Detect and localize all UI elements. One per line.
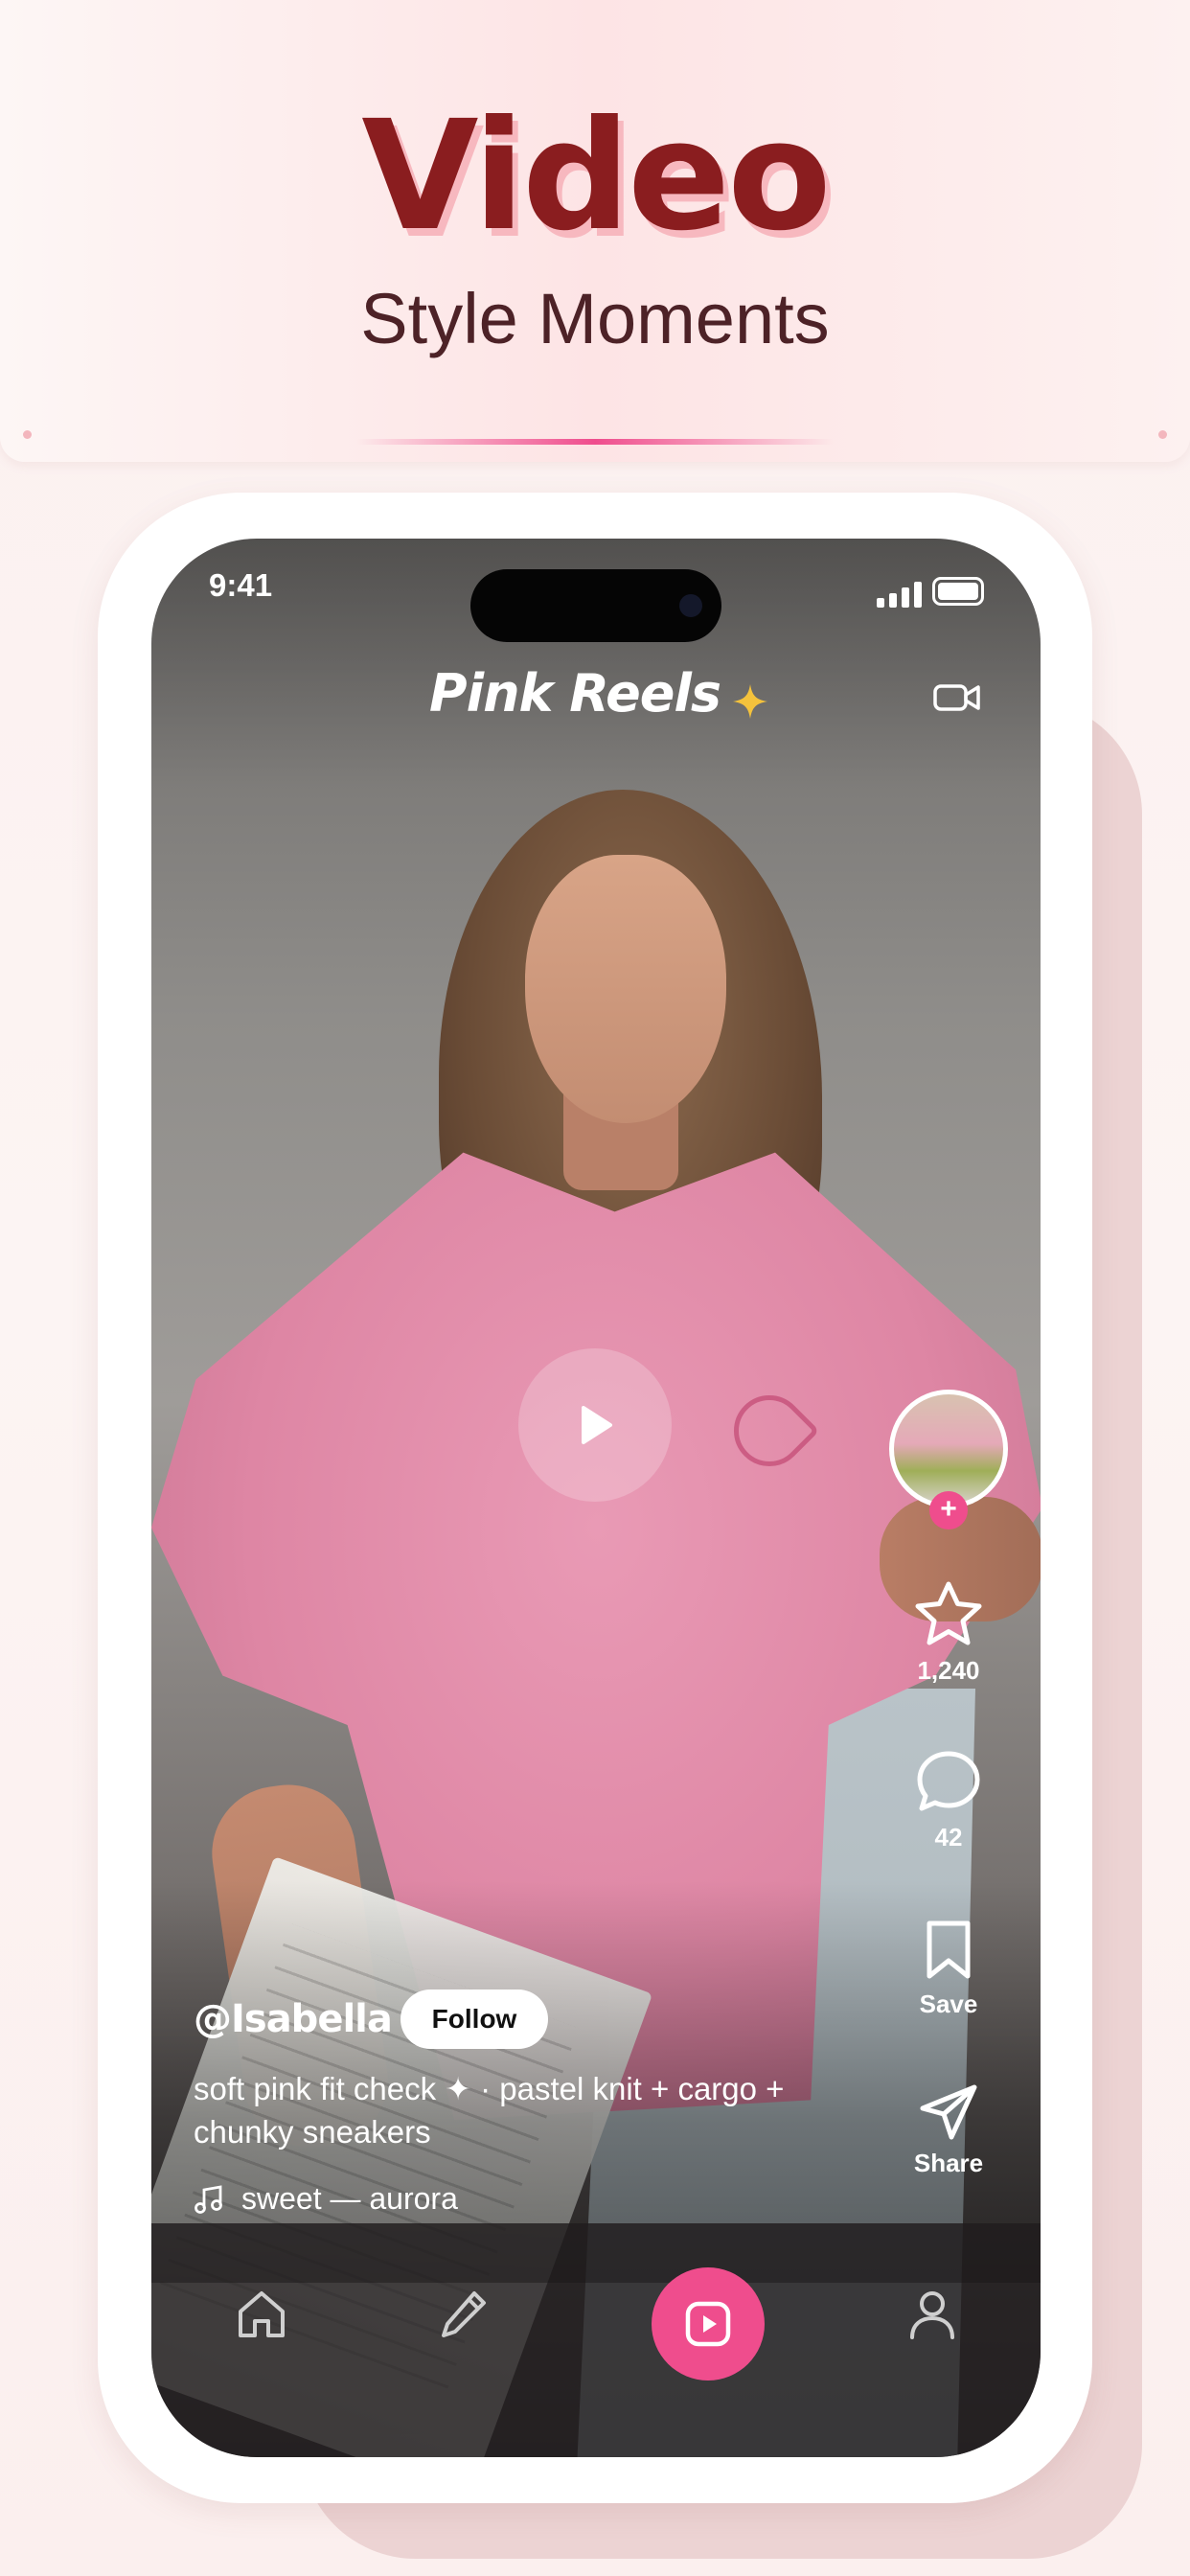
- phone-screen: 9:41 Pink Reels + 1,240 42 Save Share @I…: [151, 539, 1041, 2457]
- nav-reels[interactable]: [652, 2267, 765, 2380]
- bottom-nav: [151, 2223, 1041, 2457]
- music-title: sweet — aurora: [241, 2181, 458, 2216]
- reels-play-icon: [685, 2301, 731, 2347]
- music-note-icon: [195, 2184, 222, 2214]
- banner-subheadline: Style Moments: [360, 279, 830, 358]
- follow-plus-icon[interactable]: +: [929, 1491, 968, 1530]
- status-time: 9:41: [209, 567, 273, 603]
- post-caption: soft pink fit check ✦ · pastel knit + ca…: [194, 2071, 785, 2150]
- comment-action[interactable]: 42: [891, 1748, 1006, 1852]
- share-action[interactable]: Share: [891, 2083, 1006, 2178]
- video-camera-icon[interactable]: [933, 680, 981, 715]
- comment-count: 42: [934, 1823, 963, 1852]
- banner-headline: Video: [361, 88, 831, 264]
- creator-avatar[interactable]: +: [889, 1390, 1008, 1530]
- share-label: Share: [913, 2149, 984, 2177]
- banner-divider: [356, 439, 834, 445]
- promo-banner: Video Style Moments: [0, 0, 1190, 462]
- music-track[interactable]: sweet — aurora: [194, 2181, 458, 2217]
- nav-edit[interactable]: [429, 2281, 496, 2348]
- pencil-icon: [442, 2291, 486, 2337]
- save-action[interactable]: Save: [891, 1919, 1006, 2019]
- profile-icon: [910, 2291, 954, 2339]
- dynamic-island: [470, 569, 721, 642]
- battery-icon: [932, 577, 984, 606]
- play-button[interactable]: [518, 1348, 672, 1502]
- front-camera: [679, 594, 702, 617]
- share-icon: [920, 2084, 977, 2140]
- sparkle-icon: [733, 684, 767, 719]
- follow-button[interactable]: Follow: [400, 1990, 548, 2049]
- app-title: Pink Reels: [429, 663, 721, 724]
- save-label: Save: [919, 1990, 978, 2018]
- comment-icon: [917, 1751, 980, 1811]
- creator-username[interactable]: @Isabella: [194, 1997, 393, 2041]
- banner-dot: [1158, 430, 1167, 439]
- banner-dot: [23, 430, 32, 439]
- signal-icon: [877, 581, 922, 608]
- bookmark-icon: [927, 1920, 971, 1979]
- play-icon: [582, 1406, 612, 1444]
- photo-face: [525, 855, 726, 1123]
- star-icon: [915, 1581, 982, 1645]
- like-count: 1,240: [917, 1656, 980, 1685]
- like-action[interactable]: 1,240: [891, 1579, 1006, 1686]
- home-icon: [239, 2291, 285, 2337]
- nav-home[interactable]: [228, 2281, 295, 2348]
- nav-profile[interactable]: [899, 2281, 966, 2348]
